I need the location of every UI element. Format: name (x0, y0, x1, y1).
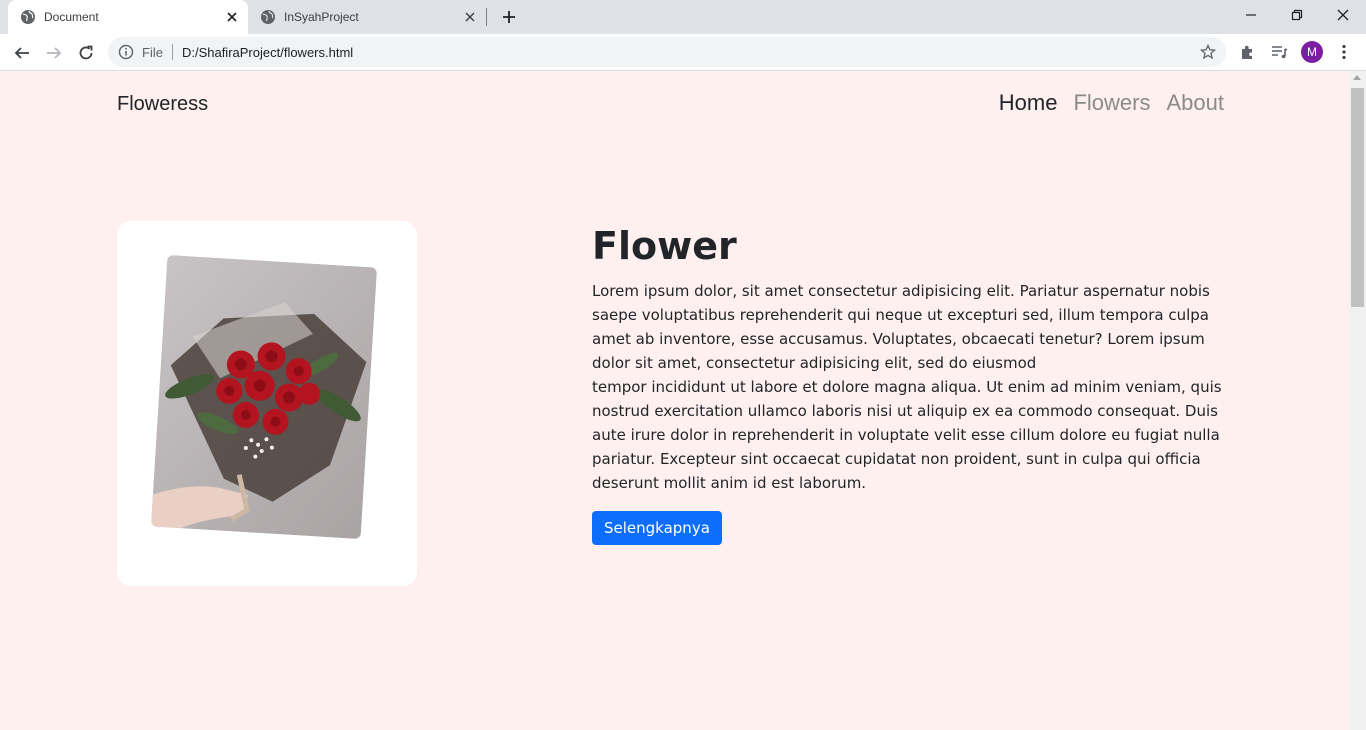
tab-document[interactable]: Document (8, 0, 248, 34)
tab-strip: Document InSyahProject (0, 0, 1366, 34)
hero-paragraph: Lorem ipsum dolor, sit amet consectetur … (592, 279, 1222, 495)
globe-icon (260, 9, 276, 25)
arrow-right-icon (47, 47, 62, 59)
brand-logo[interactable]: Floweress (117, 93, 208, 116)
close-icon[interactable] (462, 9, 478, 25)
minimize-icon (1246, 14, 1256, 16)
tab-insyahproject[interactable]: InSyahProject (248, 0, 486, 34)
restore-icon (1291, 9, 1303, 21)
hero-paragraph-2: tempor incididunt ut labore et dolore ma… (592, 378, 1222, 492)
page-viewport: Floweress Home Flowers About Flower Lore… (0, 71, 1349, 730)
more-button[interactable]: Selengkapnya (592, 511, 722, 545)
info-icon[interactable] (118, 44, 134, 60)
forward-button[interactable] (40, 39, 68, 67)
bouquet-image (150, 254, 378, 540)
nav-home[interactable]: Home (999, 90, 1058, 116)
close-icon[interactable] (224, 9, 240, 25)
browser-toolbar: File D:/ShafiraProject/flowers.html M (0, 34, 1366, 71)
globe-icon (20, 9, 36, 25)
reload-icon (79, 45, 93, 60)
url-divider (171, 44, 173, 60)
close-window-button[interactable] (1320, 0, 1366, 30)
scroll-up-arrow-icon[interactable] (1353, 75, 1361, 80)
main-nav: Home Flowers About (999, 90, 1224, 116)
minimize-button[interactable] (1228, 0, 1274, 30)
more-vertical-icon (1342, 44, 1346, 60)
scroll-thumb[interactable] (1351, 88, 1364, 307)
puzzle-icon (1242, 45, 1252, 59)
page-title: Flower (592, 224, 737, 268)
image-card (117, 221, 417, 586)
restore-button[interactable] (1274, 0, 1320, 30)
tab-title: InSyahProject (284, 10, 359, 24)
back-button[interactable] (8, 39, 36, 67)
arrow-left-icon (14, 47, 29, 59)
media-control-button[interactable] (1269, 42, 1289, 62)
url-scheme: File (142, 44, 163, 60)
address-bar[interactable]: File D:/ShafiraProject/flowers.html (108, 37, 1226, 67)
avatar[interactable]: M (1301, 41, 1323, 63)
plus-icon (503, 11, 515, 23)
new-tab-button[interactable] (498, 6, 520, 28)
extensions-button[interactable] (1238, 42, 1258, 62)
tab-divider (486, 8, 487, 26)
bookmark-star-icon[interactable] (1200, 44, 1216, 60)
menu-button[interactable] (1334, 42, 1354, 62)
avatar-letter: M (1307, 45, 1317, 59)
reload-button[interactable] (72, 39, 100, 67)
playlist-icon (1272, 46, 1288, 59)
close-icon (1337, 9, 1349, 21)
scrollbar[interactable] (1349, 71, 1366, 730)
hero-content: Flower Lorem ipsum dolor, sit amet conse… (592, 223, 1222, 545)
hero-paragraph-1: Lorem ipsum dolor, sit amet consectetur … (592, 282, 1210, 372)
nav-about[interactable]: About (1167, 90, 1225, 116)
tab-title: Document (44, 10, 99, 24)
nav-flowers[interactable]: Flowers (1073, 90, 1150, 116)
url-text[interactable]: D:/ShafiraProject/flowers.html (182, 45, 353, 60)
